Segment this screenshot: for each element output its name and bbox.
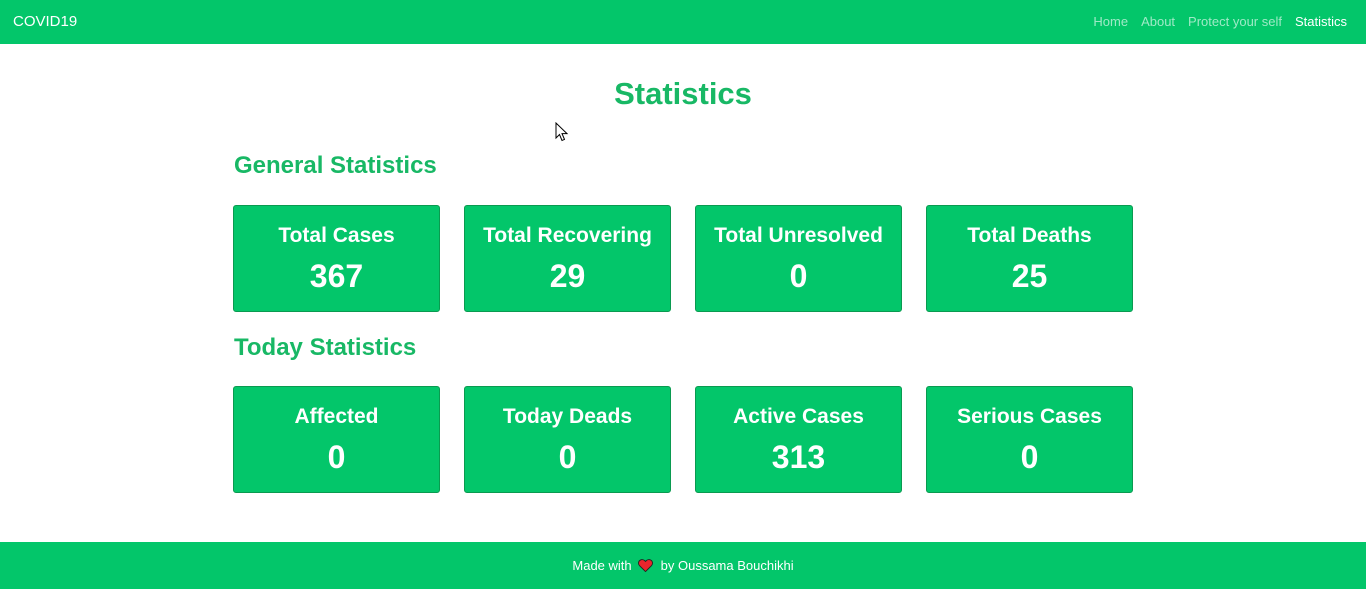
stat-card-value: 0 [558, 439, 577, 475]
stat-card-label: Total Unresolved [714, 224, 883, 247]
stat-card-total-cases: Total Cases 367 [233, 205, 440, 312]
stat-card-value: 313 [771, 439, 826, 475]
stat-card-label: Total Cases [278, 224, 395, 247]
nav-link-about[interactable]: About [1141, 14, 1175, 30]
stat-card-value: 367 [309, 258, 364, 294]
nav-link-home[interactable]: Home [1093, 14, 1128, 30]
nav-link-statistics[interactable]: Statistics [1295, 14, 1347, 30]
general-statistics-cards: Total Cases 367 Total Recovering 29 Tota… [233, 205, 1133, 312]
stat-card-value: 0 [1020, 439, 1039, 475]
footer: Made with by Oussama Bouchikhi [0, 542, 1366, 589]
page-title: Statistics [614, 76, 752, 111]
today-statistics-cards: Affected 0 Today Deads 0 Active Cases 31… [233, 386, 1133, 493]
heart-icon [637, 559, 653, 572]
stat-card-value: 0 [327, 439, 346, 475]
mouse-cursor-icon [555, 122, 569, 142]
stat-card-affected: Affected 0 [233, 386, 440, 493]
stat-card-label: Affected [294, 405, 379, 428]
stat-card-serious-cases: Serious Cases 0 [926, 386, 1133, 493]
stat-card-value: 0 [789, 258, 808, 294]
brand-logo[interactable]: COVID19 [13, 12, 77, 32]
stat-card-value: 25 [1011, 258, 1048, 294]
nav-link-protect-yourself[interactable]: Protect your self [1188, 14, 1282, 30]
stat-card-total-recovering: Total Recovering 29 [464, 205, 671, 312]
general-statistics-title: General Statistics [234, 152, 437, 179]
footer-author: by Oussama Bouchikhi [660, 558, 794, 573]
stat-card-value: 29 [549, 258, 586, 294]
footer-made-with: Made with [572, 558, 632, 573]
stat-card-total-deaths: Total Deaths 25 [926, 205, 1133, 312]
stat-card-today-deads: Today Deads 0 [464, 386, 671, 493]
navbar: COVID19 Home About Protect your self Sta… [0, 0, 1366, 44]
stat-card-label: Total Recovering [483, 224, 652, 247]
stat-card-total-unresolved: Total Unresolved 0 [695, 205, 902, 312]
nav-links: Home About Protect your self Statistics [1080, 14, 1347, 30]
stat-card-label: Active Cases [733, 405, 864, 428]
stat-card-label: Today Deads [502, 405, 633, 428]
stat-card-label: Total Deaths [967, 224, 1092, 247]
stat-card-active-cases: Active Cases 313 [695, 386, 902, 493]
today-statistics-title: Today Statistics [234, 334, 417, 361]
stat-card-label: Serious Cases [957, 405, 1102, 428]
